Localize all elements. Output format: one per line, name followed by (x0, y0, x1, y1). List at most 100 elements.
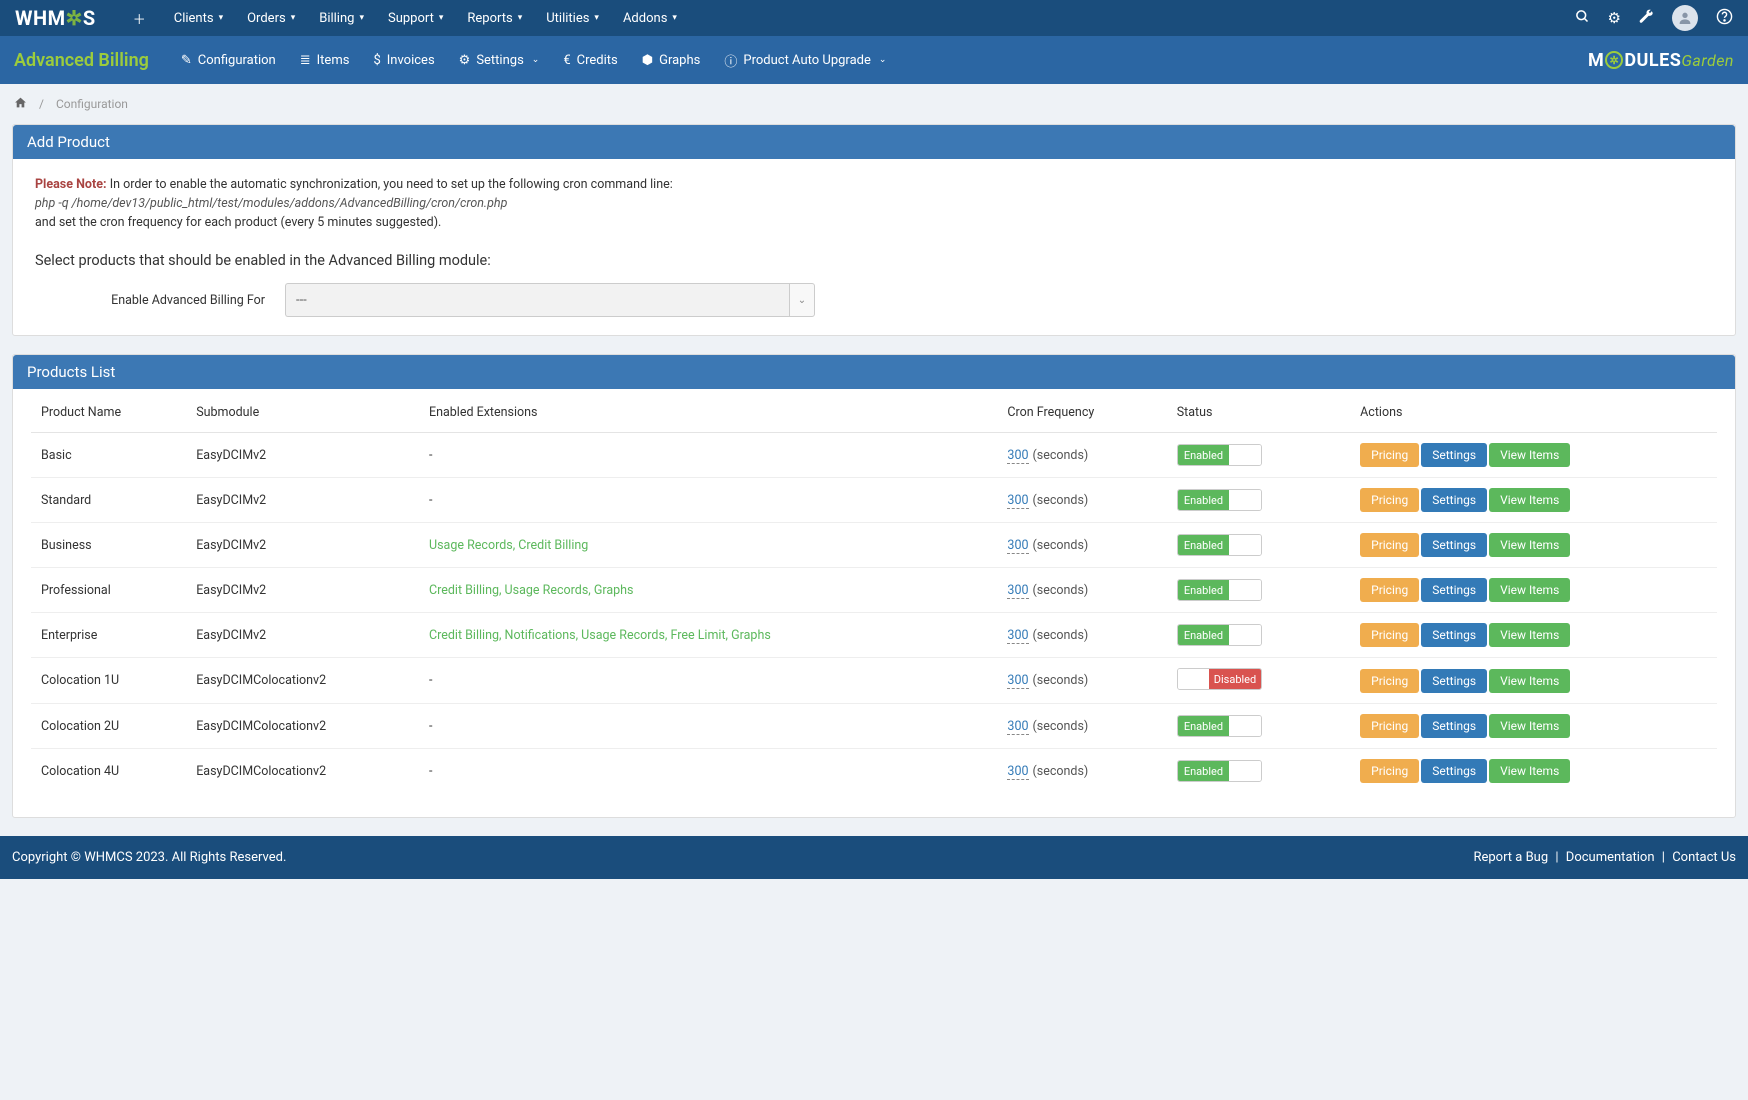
cell-actions: PricingSettingsView Items (1350, 568, 1717, 613)
settings-button[interactable]: Settings (1421, 759, 1487, 783)
products-table: Product Name Submodule Enabled Extension… (31, 393, 1717, 793)
module-title: Advanced Billing (14, 50, 149, 71)
subnav-item-label: Product Auto Upgrade (743, 53, 871, 68)
footer-link-report-bug[interactable]: Report a Bug (1473, 850, 1548, 865)
col-actions: Actions (1350, 393, 1717, 433)
settings-button[interactable]: Settings (1421, 443, 1487, 467)
view-items-button[interactable]: View Items (1489, 623, 1570, 647)
cron-value-link[interactable]: 300 (1007, 719, 1028, 735)
cell-extensions: - (419, 433, 997, 478)
search-icon[interactable] (1575, 9, 1590, 28)
view-items-button[interactable]: View Items (1489, 578, 1570, 602)
settings-button[interactable]: Settings (1421, 578, 1487, 602)
topnav-item-clients[interactable]: Clients ▾ (162, 3, 235, 34)
subnav-item-settings[interactable]: ⚙Settings⌄ (447, 47, 552, 74)
product-select[interactable]: --- ⌄ (285, 283, 815, 317)
pricing-button[interactable]: Pricing (1360, 714, 1419, 738)
whmcs-logo[interactable]: WHM✲S (15, 6, 96, 30)
pricing-button[interactable]: Pricing (1360, 443, 1419, 467)
view-items-button[interactable]: View Items (1489, 533, 1570, 557)
cell-extensions: - (419, 704, 997, 749)
top-navbar: WHM✲S ＋ Clients ▾Orders ▾Billing ▾Suppor… (0, 0, 1748, 36)
topnav-item-utilities[interactable]: Utilities ▾ (534, 3, 611, 34)
settings-button[interactable]: Settings (1421, 623, 1487, 647)
cell-actions: PricingSettingsView Items (1350, 749, 1717, 794)
topnav-item-billing[interactable]: Billing ▾ (307, 3, 376, 34)
cell-product-name: Basic (31, 433, 186, 478)
status-toggle[interactable]: Enabled (1177, 444, 1262, 466)
cell-status: Enabled (1167, 523, 1350, 568)
cron-path: php -q /home/dev13/public_html/test/modu… (35, 196, 1713, 211)
chevron-down-icon[interactable]: ⌄ (789, 283, 815, 317)
cell-submodule: EasyDCIMv2 (186, 433, 419, 478)
footer-link-contact[interactable]: Contact Us (1672, 850, 1736, 865)
subnav-icon: € (563, 53, 570, 68)
cell-extensions: - (419, 658, 997, 704)
cron-value-link[interactable]: 300 (1007, 448, 1028, 464)
subnav-item-invoices[interactable]: $Invoices (361, 47, 446, 74)
cell-status: Enabled (1167, 568, 1350, 613)
pricing-button[interactable]: Pricing (1360, 669, 1419, 693)
status-toggle[interactable]: Enabled (1177, 760, 1262, 782)
subnav-icon: ⓘ (724, 51, 737, 70)
cell-product-name: Enterprise (31, 613, 186, 658)
cron-value-link[interactable]: 300 (1007, 538, 1028, 554)
cron-unit: (seconds) (1033, 719, 1089, 734)
cron-value-link[interactable]: 300 (1007, 673, 1028, 689)
toggle-handle (1229, 716, 1261, 736)
settings-button[interactable]: Settings (1421, 669, 1487, 693)
pricing-button[interactable]: Pricing (1360, 578, 1419, 602)
cell-cron: 300(seconds) (997, 478, 1166, 523)
view-items-button[interactable]: View Items (1489, 488, 1570, 512)
modulesgarden-logo[interactable]: M✲DULESGarden (1588, 50, 1734, 71)
subnav-item-credits[interactable]: €Credits (551, 47, 629, 74)
subnav-item-product-auto-upgrade[interactable]: ⓘ Product Auto Upgrade ⌄ (712, 45, 898, 76)
topnav-item-label: Reports (467, 11, 512, 26)
topnav-item-support[interactable]: Support ▾ (376, 3, 455, 34)
settings-button[interactable]: Settings (1421, 714, 1487, 738)
topnav-plus[interactable]: ＋ (121, 1, 158, 36)
cron-value-link[interactable]: 300 (1007, 493, 1028, 509)
cogs-icon[interactable]: ⚙ (1608, 9, 1621, 27)
view-items-button[interactable]: View Items (1489, 669, 1570, 693)
avatar[interactable] (1672, 5, 1698, 31)
pricing-button[interactable]: Pricing (1360, 533, 1419, 557)
status-toggle[interactable]: Enabled (1177, 624, 1262, 646)
caret-down-icon: ⌄ (879, 55, 887, 65)
cell-submodule: EasyDCIMv2 (186, 613, 419, 658)
view-items-button[interactable]: View Items (1489, 714, 1570, 738)
cell-product-name: Colocation 2U (31, 704, 186, 749)
breadcrumb-home-icon[interactable] (14, 96, 27, 112)
col-cron-frequency: Cron Frequency (997, 393, 1166, 433)
status-toggle[interactable]: Enabled (1177, 534, 1262, 556)
status-toggle[interactable]: Enabled (1177, 579, 1262, 601)
view-items-button[interactable]: View Items (1489, 443, 1570, 467)
cell-cron: 300 (seconds) (997, 704, 1166, 749)
pricing-button[interactable]: Pricing (1360, 623, 1419, 647)
cell-cron: 300(seconds) (997, 568, 1166, 613)
enable-billing-label: Enable Advanced Billing For (35, 293, 265, 308)
status-toggle[interactable]: Disabled (1177, 668, 1262, 690)
settings-button[interactable]: Settings (1421, 488, 1487, 512)
status-toggle[interactable]: Enabled (1177, 489, 1262, 511)
settings-button[interactable]: Settings (1421, 533, 1487, 557)
cell-actions: PricingSettingsView Items (1350, 433, 1717, 478)
cron-value-link[interactable]: 300 (1007, 764, 1028, 780)
view-items-button[interactable]: View Items (1489, 759, 1570, 783)
footer-link-documentation[interactable]: Documentation (1566, 850, 1655, 865)
status-toggle[interactable]: Enabled (1177, 715, 1262, 737)
topnav-item-orders[interactable]: Orders ▾ (235, 3, 307, 34)
subnav-item-configuration[interactable]: ✎Configuration (169, 47, 288, 74)
subnav-item-items[interactable]: ≣Items (288, 47, 362, 74)
topnav-item-reports[interactable]: Reports ▾ (455, 3, 534, 34)
help-icon[interactable] (1716, 8, 1733, 29)
topnav-item-addons[interactable]: Addons ▾ (611, 3, 689, 34)
cron-value-link[interactable]: 300 (1007, 583, 1028, 599)
pricing-button[interactable]: Pricing (1360, 488, 1419, 512)
extension-list: Credit Billing, Notifications, Usage Rec… (429, 628, 771, 643)
pricing-button[interactable]: Pricing (1360, 759, 1419, 783)
subnav-item-graphs[interactable]: ⬢Graphs (630, 47, 713, 74)
wrench-icon[interactable] (1639, 9, 1654, 28)
cron-value-link[interactable]: 300 (1007, 628, 1028, 644)
subnav-item-label: Graphs (659, 53, 700, 68)
